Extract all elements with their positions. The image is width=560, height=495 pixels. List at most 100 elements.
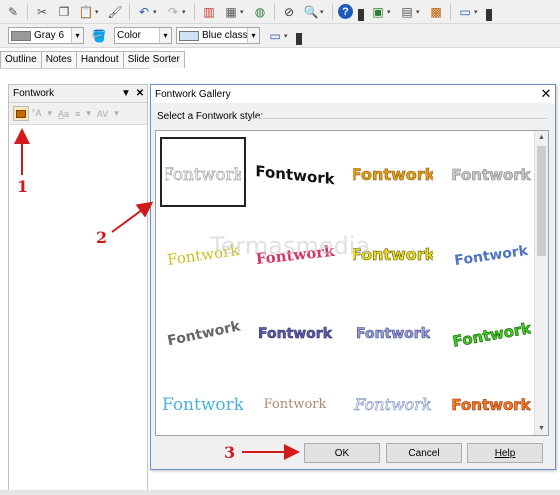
chevron-down-icon[interactable]: ▾ (86, 108, 91, 119)
scroll-up-icon[interactable]: ▲ (535, 131, 548, 144)
fontwork-gallery-button[interactable] (13, 106, 29, 121)
style-13-text: Fontwork (163, 395, 243, 415)
toolbar-separator (332, 3, 333, 20)
shadow-icon[interactable]: ▭ (266, 27, 284, 45)
scrollbar-thumb[interactable] (537, 146, 546, 256)
select-style-label: Select a Fontwork style: (157, 111, 264, 122)
close-icon[interactable]: ✕ (537, 86, 555, 102)
fontwork-style-14[interactable]: Fontwork (252, 367, 338, 435)
image-icon[interactable]: ◍ (251, 3, 269, 21)
slide-layout-icon[interactable]: ▤ (398, 3, 416, 21)
cancel-button[interactable]: Cancel (386, 443, 462, 463)
table-dropdown-icon[interactable]: ▾ (240, 8, 247, 16)
insert-slide-dropdown-icon[interactable]: ▾ (387, 8, 394, 16)
undo-dropdown-icon[interactable]: ▾ (153, 8, 160, 16)
chevron-down-icon[interactable]: ▾ (71, 28, 83, 43)
gallery-scrollbar[interactable]: ▲ ▼ (534, 131, 548, 435)
style-14-text: Fontwork (264, 397, 327, 412)
same-letter-heights-icon[interactable]: A̲a (58, 109, 69, 119)
area-style-select[interactable]: Color ▾ (114, 27, 172, 44)
toolbar-separator (27, 3, 28, 20)
character-spacing-icon[interactable]: AV (97, 109, 108, 119)
insert-slide-icon[interactable]: ▣ (369, 3, 387, 21)
style-3-text: Fontwork (353, 165, 433, 184)
paste-dropdown-icon[interactable]: ▾ (95, 8, 102, 16)
slide-layout-dropdown-icon[interactable]: ▾ (416, 8, 423, 16)
toolbar-separator (450, 3, 451, 20)
style-2-text: Fontwork (255, 162, 335, 188)
fontwork-style-2[interactable]: Fontwork (252, 137, 338, 207)
tab-notes[interactable]: Notes (40, 51, 77, 68)
chevron-down-icon[interactable]: ▾ (159, 28, 171, 43)
step-3-label: 3 (224, 443, 236, 462)
fontwork-style-10[interactable]: Fontwork (252, 295, 338, 365)
chart-icon[interactable]: ▥ (200, 3, 218, 21)
shadow-dropdown-icon[interactable]: ▾ (284, 32, 291, 40)
help-icon[interactable]: ? (338, 4, 353, 19)
fontwork-style-8[interactable]: Fontwork (448, 217, 534, 287)
toolbar-overflow-icon[interactable] (486, 9, 492, 21)
dialog-title: Fontwork Gallery (155, 88, 231, 100)
style-16-text: Fontwork (451, 396, 531, 414)
cut-icon[interactable]: ✂ (33, 3, 51, 21)
fontwork-style-13[interactable]: Fontwork (160, 367, 246, 435)
fontwork-gallery-dialog: Fontwork Gallery ✕ Select a Fontwork sty… (150, 84, 556, 470)
tab-handout[interactable]: Handout (75, 51, 124, 68)
area-fill-select[interactable]: Blue classic ▾ (176, 27, 260, 44)
fontwork-style-15[interactable]: Fontwork (350, 367, 436, 435)
fontwork-shape-icon[interactable]: ⸢A (32, 108, 42, 119)
area-fill-bucket-icon[interactable]: 🪣 (90, 27, 108, 45)
style-8-text: Fontwork (454, 243, 530, 269)
redo-icon[interactable]: ↷ (164, 3, 182, 21)
fontwork-style-9[interactable]: Fontwork (160, 295, 246, 365)
navigator-icon[interactable]: ⊘ (280, 3, 298, 21)
ok-button[interactable]: OK (304, 443, 380, 463)
style-15-text: Fontwork (353, 395, 431, 414)
style-4-text: Fontwork (451, 166, 531, 184)
fontwork-style-3[interactable]: Fontwork (350, 137, 436, 207)
fontwork-panel-title: Fontwork (13, 88, 55, 99)
scroll-down-icon[interactable]: ▼ (535, 422, 548, 435)
help-button[interactable]: Help (467, 443, 543, 463)
zoom-dropdown-icon[interactable]: ▾ (320, 8, 327, 16)
line-color-select[interactable]: Gray 6 ▾ (8, 27, 84, 44)
style-12-text: Fontwork (451, 319, 531, 351)
toolbar-overflow-icon[interactable] (296, 33, 302, 45)
fontwork-style-16[interactable]: Fontwork (448, 367, 534, 435)
fontwork-tools-row: ⸢A ▾ A̲a ≡ ▾ AV ▾ (9, 103, 147, 125)
edit-file-icon[interactable]: ✎ (4, 3, 22, 21)
label-divider (251, 118, 547, 119)
chevron-down-icon[interactable]: ▾ (114, 108, 119, 119)
chevron-down-icon[interactable]: ▾ (48, 108, 53, 119)
paste-icon[interactable]: 📋 (77, 3, 95, 21)
fontwork-style-4[interactable]: Fontwork (448, 137, 534, 207)
fontwork-style-11[interactable]: Fontwork (350, 295, 436, 365)
area-fill-value: Blue classic (202, 30, 250, 41)
style-11-text: Fontwork (356, 326, 431, 342)
presentation-icon[interactable]: ▭ (456, 3, 474, 21)
toolbar-separator (274, 3, 275, 20)
view-tabs: Outline Notes Handout Slide Sorter (0, 50, 185, 68)
zoom-icon[interactable]: 🔍 (302, 3, 320, 21)
toolbar-overflow-icon[interactable] (358, 9, 364, 21)
undo-icon[interactable]: ↶ (135, 3, 153, 21)
area-style-value: Color (117, 30, 141, 41)
table-icon[interactable]: ▦ (222, 3, 240, 21)
style-1-text: Fontwork (165, 165, 241, 185)
presentation-dropdown-icon[interactable]: ▾ (474, 8, 481, 16)
tab-slide-sorter[interactable]: Slide Sorter (122, 51, 185, 68)
fontwork-style-gallery: Fontwork Fontwork Fontwork Fontwork Font… (155, 130, 549, 436)
clone-formatting-icon[interactable]: 🖌 (106, 3, 124, 21)
panel-menu-icon[interactable]: ▼ (119, 88, 133, 99)
slide-show-icon[interactable]: ▩ (427, 3, 445, 21)
alignment-icon[interactable]: ≡ (75, 109, 80, 119)
fontwork-style-12[interactable]: Fontwork (448, 295, 534, 365)
fontwork-style-1[interactable]: Fontwork (160, 137, 246, 207)
chevron-down-icon[interactable]: ▾ (247, 28, 259, 43)
redo-dropdown-icon[interactable]: ▾ (182, 8, 189, 16)
copy-icon[interactable]: ❐ (55, 3, 73, 21)
line-color-swatch (11, 30, 31, 41)
toolbar-separator (129, 3, 130, 20)
tab-outline[interactable]: Outline (0, 51, 42, 68)
close-icon[interactable]: ✕ (133, 88, 147, 99)
